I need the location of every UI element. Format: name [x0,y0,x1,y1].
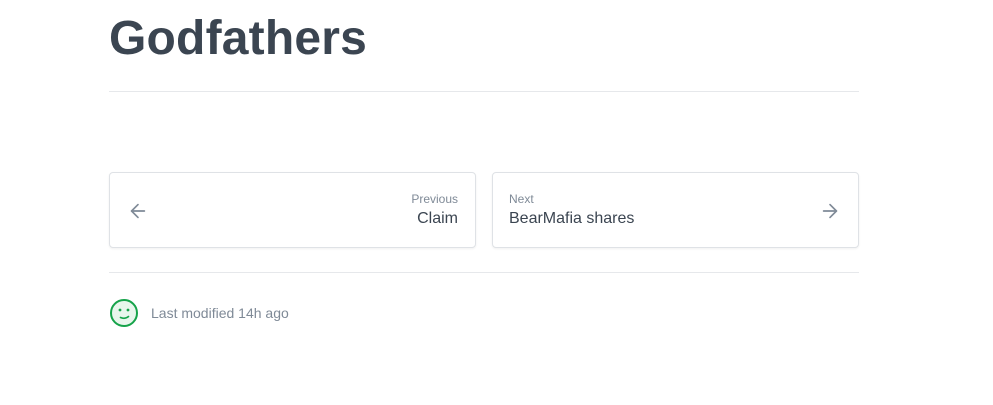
footer-divider [109,272,859,273]
last-modified-text: Last modified 14h ago [151,305,289,321]
arrow-left-icon [127,200,149,222]
next-page-link[interactable]: Next BearMafia shares [492,172,859,248]
previous-caption: Previous [411,192,458,206]
last-modified: Last modified 14h ago [109,298,289,328]
arrow-right-icon [819,200,841,222]
next-caption: Next [509,192,534,206]
page: Godfathers Previous Claim Next BearMafia… [0,0,993,405]
previous-page-link[interactable]: Previous Claim [109,172,476,248]
previous-target-title: Claim [417,210,458,227]
smiley-icon [109,298,139,328]
next-target-title: BearMafia shares [509,210,635,227]
page-title: Godfathers [109,12,368,65]
title-divider [109,91,859,92]
